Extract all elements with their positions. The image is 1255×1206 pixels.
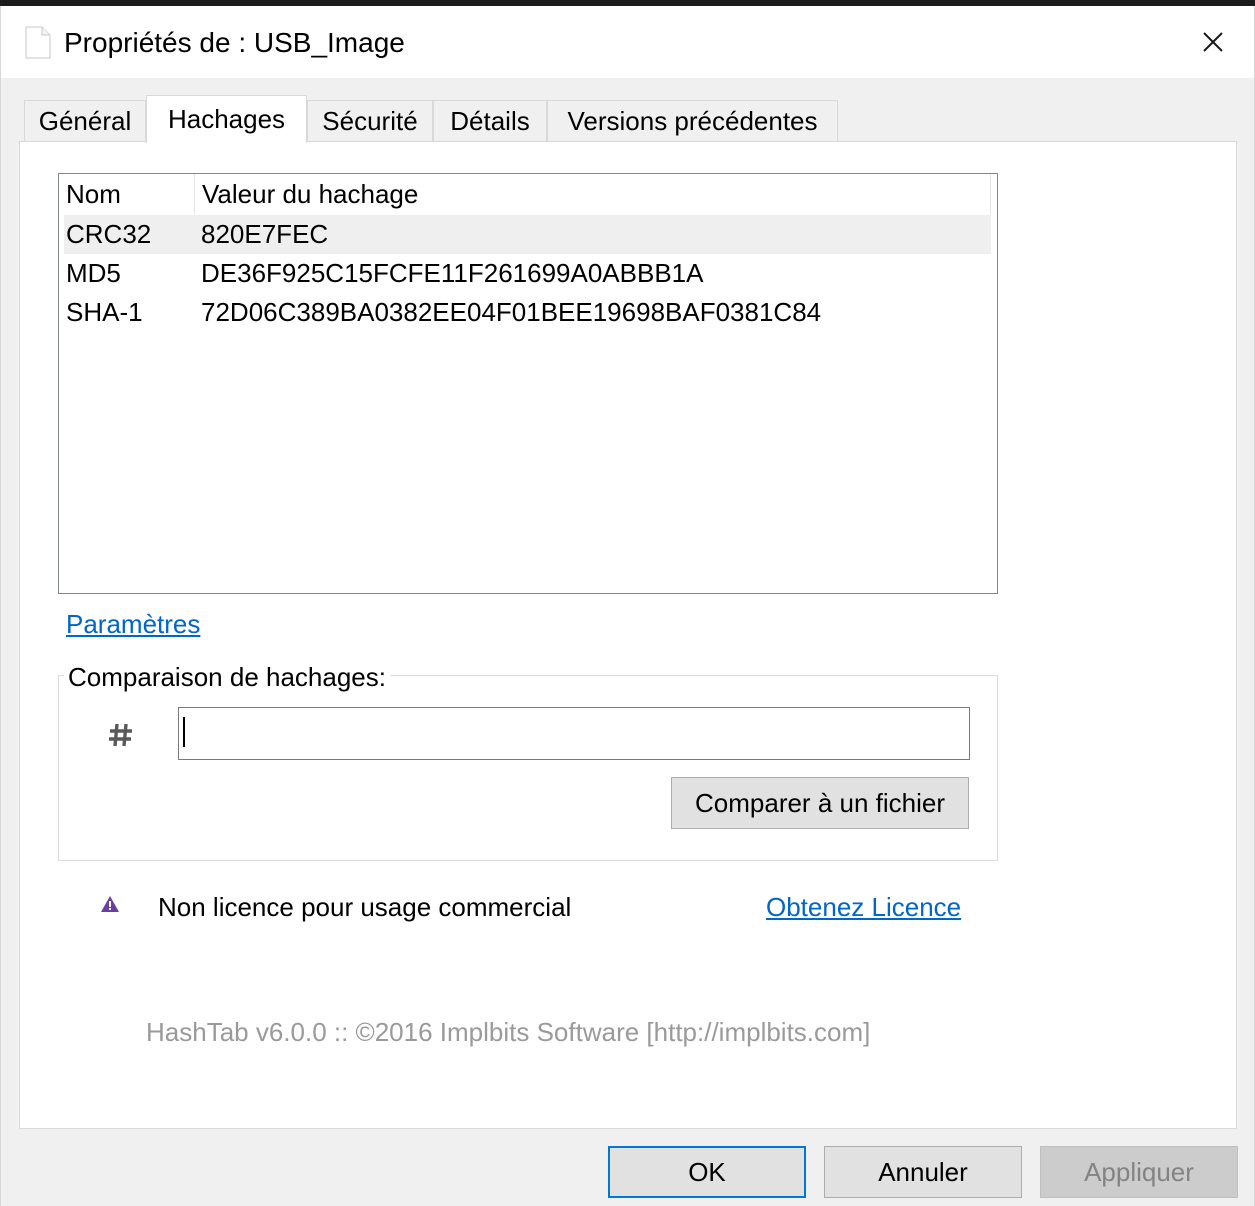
hash-value: 820E7FEC (201, 219, 329, 249)
close-icon (1203, 32, 1223, 52)
hash-comparison-title: Comparaison de hachages: (64, 662, 390, 693)
title-bar: Propriétés de : USB_Image (1, 6, 1254, 78)
settings-link[interactable]: Paramètres (66, 609, 200, 640)
close-button[interactable] (1181, 6, 1245, 78)
cancel-button[interactable]: Annuler (824, 1146, 1022, 1198)
column-header-valeur[interactable]: Valeur du hachage (195, 174, 990, 214)
tab-details[interactable]: Détails (433, 100, 547, 142)
hash-value: 72D06C389BA0382EE04F01BEE19698BAF0381C84 (201, 297, 822, 327)
hash-name: SHA-1 (66, 297, 143, 327)
column-header-nom[interactable]: Nom (59, 174, 194, 214)
hash-compare-input[interactable] (178, 707, 970, 760)
tab-general[interactable]: Général (24, 100, 146, 142)
properties-dialog: Propriétés de : USB_Image Général Hachag… (0, 6, 1255, 1206)
version-footer: HashTab v6.0.0 :: ©2016 Implbits Softwar… (146, 1017, 871, 1047)
hash-name: MD5 (66, 258, 121, 288)
table-row[interactable]: MD5 DE36F925C15FCFE11F261699A0ABBB1A (64, 254, 991, 293)
table-row[interactable]: CRC32 820E7FEC (64, 215, 991, 254)
tab-panel-hachages: Nom Valeur du hachage CRC32 820E7FEC MD5… (19, 141, 1237, 1129)
table-row[interactable]: SHA-1 72D06C389BA0382EE04F01BEE19698BAF0… (64, 293, 991, 332)
hash-name: CRC32 (66, 219, 152, 249)
apply-button[interactable]: Appliquer (1040, 1146, 1238, 1198)
compare-file-button[interactable]: Comparer à un fichier (671, 777, 969, 829)
hash-icon (109, 723, 132, 747)
tab-securite[interactable]: Sécurité (307, 100, 433, 142)
warning-icon (101, 896, 119, 912)
ok-button[interactable]: OK (608, 1146, 806, 1198)
tab-hachages[interactable]: Hachages (146, 95, 307, 143)
license-message: Non licence pour usage commercial (158, 892, 572, 922)
column-separator[interactable] (990, 174, 991, 214)
hash-list-header: Nom Valeur du hachage (59, 174, 991, 214)
file-icon (25, 26, 51, 59)
hash-comparison-group (58, 675, 998, 861)
hash-list[interactable]: Nom Valeur du hachage CRC32 820E7FEC MD5… (58, 173, 998, 594)
tab-versions-precedentes[interactable]: Versions précédentes (547, 100, 838, 142)
text-caret (183, 717, 185, 747)
window-title: Propriétés de : USB_Image (64, 27, 405, 58)
get-license-link[interactable]: Obtenez Licence (766, 892, 961, 923)
hash-value: DE36F925C15FCFE11F261699A0ABBB1A (201, 258, 704, 288)
